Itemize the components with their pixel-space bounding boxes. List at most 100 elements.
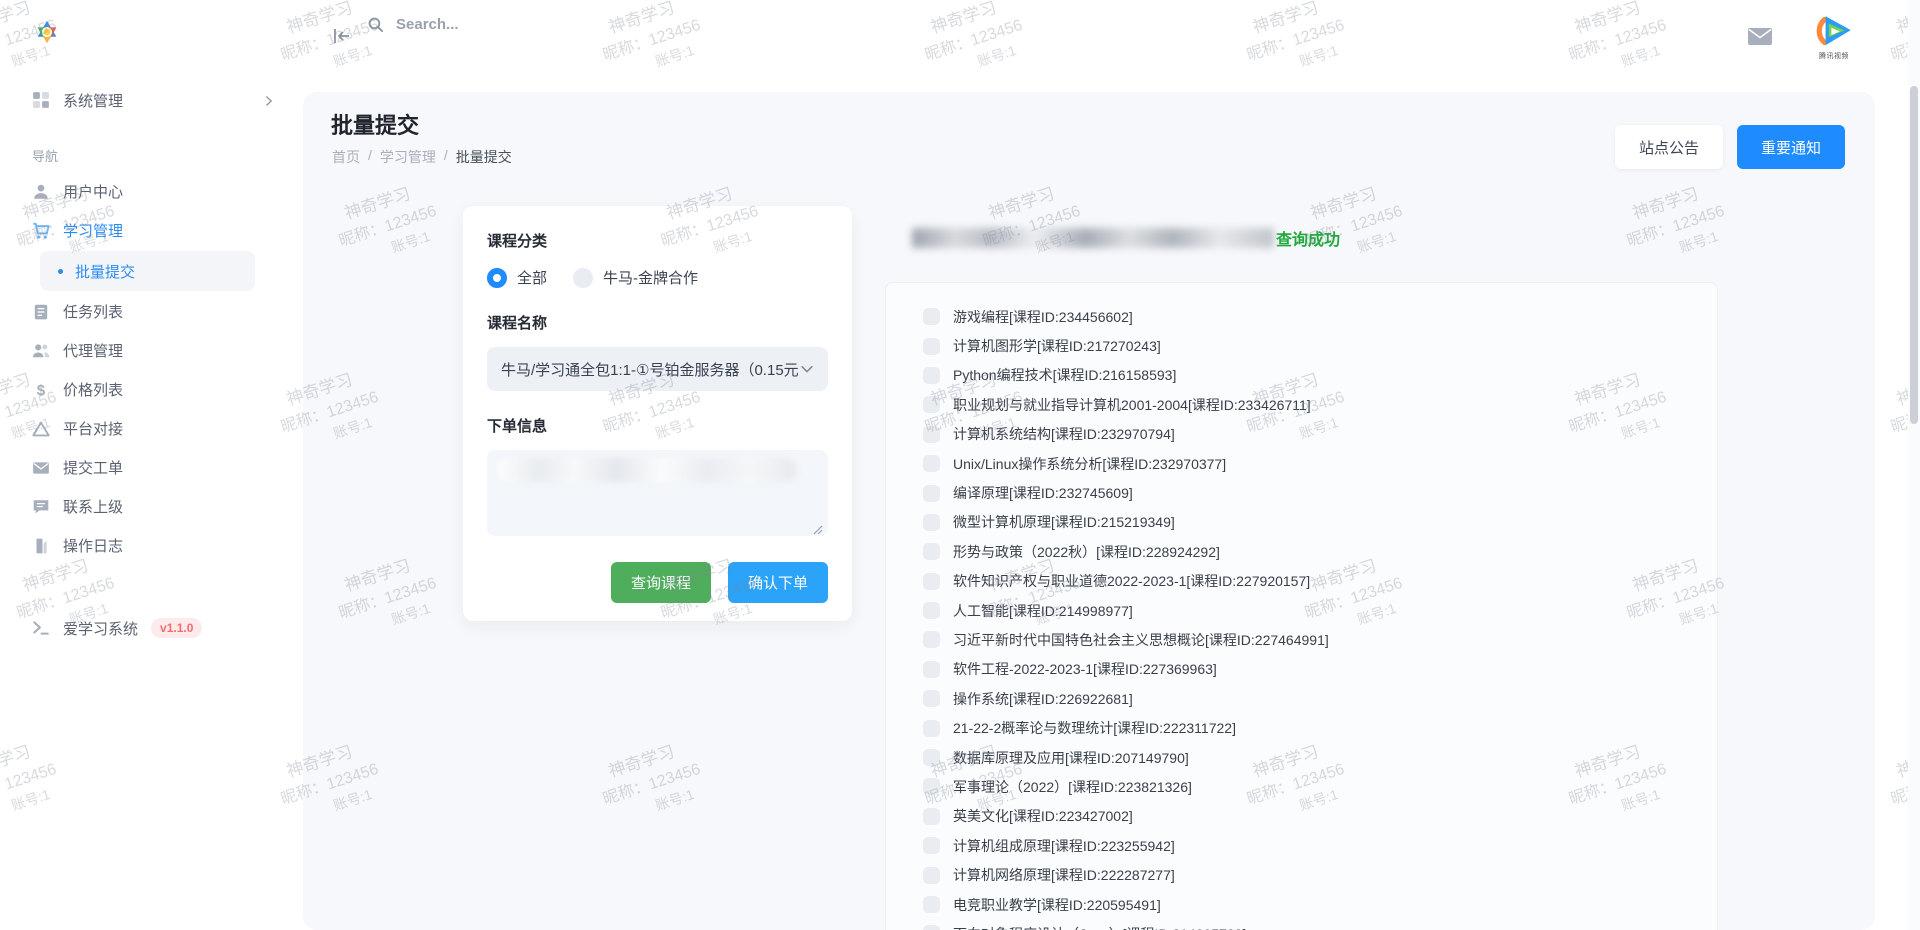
course-row-13: 操作系统[课程ID:226922681]: [923, 684, 1717, 713]
course-row-17: 英美文化[课程ID:223427002]: [923, 802, 1717, 831]
course-row-15: 数据库原理及应用[课程ID:207149790]: [923, 743, 1717, 772]
sidebar-item-5[interactable]: 平台对接: [0, 409, 295, 448]
resize-handle-icon[interactable]: [813, 522, 823, 532]
course-row-0: 游戏编程[课程ID:234456602]: [923, 302, 1717, 331]
course-label: 形势与政策（2022秋）[课程ID:228924292]: [953, 542, 1220, 562]
scrollbar-thumb[interactable]: [1910, 86, 1918, 424]
course-checkbox[interactable]: [923, 690, 940, 707]
mail-icon[interactable]: [1748, 28, 1772, 45]
course-checkbox[interactable]: [923, 426, 940, 443]
confirm-order-button[interactable]: 确认下单: [728, 562, 828, 603]
bullet-dot-icon: [58, 269, 63, 274]
course-checkbox[interactable]: [923, 631, 940, 648]
log-icon: [32, 537, 50, 555]
sidebar-item-7[interactable]: 联系上级: [0, 487, 295, 526]
sidebar-item-system-admin[interactable]: 系统管理: [0, 80, 295, 120]
sidebar-item-1[interactable]: 学习管理: [0, 211, 295, 250]
app-logo-icon[interactable]: [32, 17, 62, 47]
sidebar-item-label: 系统管理: [63, 90, 250, 111]
course-label: 数据库原理及应用[课程ID:207149790]: [953, 748, 1189, 768]
sidebar-item-2[interactable]: 任务列表: [0, 292, 295, 331]
sidebar-item-label: 平台对接: [63, 418, 275, 439]
course-checkbox[interactable]: [923, 808, 940, 825]
collapse-sidebar-icon[interactable]: [332, 26, 352, 46]
page-scrollbar: [1908, 0, 1920, 930]
sidebar-item-0[interactable]: 用户中心: [0, 172, 295, 211]
course-label: 微型计算机原理[课程ID:215219349]: [953, 512, 1175, 532]
tasks-icon: [32, 303, 50, 321]
category-radio-1[interactable]: 牛马-金牌合作: [573, 267, 698, 288]
course-label: 软件知识产权与职业道德2022-2023-1[课程ID:227920157]: [953, 571, 1310, 591]
site-notice-button[interactable]: 站点公告: [1615, 125, 1723, 169]
sidebar-item-8[interactable]: 操作日志: [0, 526, 295, 565]
important-notice-button[interactable]: 重要通知: [1737, 125, 1845, 169]
course-row-4: 计算机系统结构[课程ID:232970794]: [923, 420, 1717, 449]
sidebar-menu: 用户中心学习管理批量提交任务列表代理管理 $价格列表平台对接提交工单联系上级操作日…: [0, 172, 295, 565]
course-checkbox[interactable]: [923, 573, 940, 590]
course-label: 软件工程-2022-2023-1[课程ID:227369963]: [953, 659, 1217, 679]
svg-text:$: $: [37, 382, 46, 399]
course-checkbox[interactable]: [923, 367, 940, 384]
query-status-row: 查询成功: [912, 226, 1340, 250]
breadcrumb-item-1[interactable]: 学习管理: [380, 147, 436, 167]
course-label: 计算机组成原理[课程ID:223255942]: [953, 836, 1175, 856]
platform-icon: [32, 420, 50, 438]
sidebar-item-label: 学习管理: [63, 220, 262, 241]
nav-section-label: 导航: [32, 146, 58, 165]
query-courses-button[interactable]: 查询课程: [611, 562, 711, 603]
course-checkbox[interactable]: [923, 661, 940, 678]
course-checkbox[interactable]: [923, 514, 940, 531]
course-checkbox[interactable]: [923, 749, 940, 766]
course-row-14: 21-22-2概率论与数理统计[课程ID:222311722]: [923, 713, 1717, 742]
course-checkbox[interactable]: [923, 867, 940, 884]
radio-circle-icon: [573, 268, 593, 288]
course-checkbox[interactable]: [923, 455, 940, 472]
category-radio-group: 全部 牛马-金牌合作: [487, 267, 828, 288]
course-checkbox[interactable]: [923, 543, 940, 560]
category-radio-0[interactable]: 全部: [487, 267, 547, 288]
sidebar-item-system-version[interactable]: 爱学习系统 v1.1.0: [0, 608, 295, 648]
course-row-9: 软件知识产权与职业道德2022-2023-1[课程ID:227920157]: [923, 567, 1717, 596]
sidebar-subitem-批量提交[interactable]: 批量提交: [40, 251, 255, 291]
course-label: 人工智能[课程ID:214998977]: [953, 601, 1133, 621]
course-checkbox[interactable]: [923, 338, 940, 355]
course-label: 习近平新时代中国特色社会主义思想概论[课程ID:227464991]: [953, 630, 1329, 650]
course-row-21: 面向对象程序设计（Java）[课程ID:214995733]: [923, 919, 1717, 930]
redacted-order-text: [497, 458, 797, 482]
radio-circle-icon: [487, 268, 507, 288]
course-checkbox[interactable]: [923, 778, 940, 795]
sidebar-item-3[interactable]: 代理管理: [0, 331, 295, 370]
course-checkbox[interactable]: [923, 720, 940, 737]
course-checkbox[interactable]: [923, 837, 940, 854]
course-select-value: 牛马/学习通全包1:1-①号铂金服务器（0.15元: [501, 359, 800, 380]
course-label: Unix/Linux操作系统分析[课程ID:232970377]: [953, 454, 1226, 474]
sidebar-item-label: 代理管理: [63, 340, 275, 361]
main-content: 批量提交 首页/学习管理/批量提交 站点公告 重要通知 课程分类 全部牛马-金牌…: [303, 92, 1875, 930]
course-checkbox[interactable]: [923, 602, 940, 619]
course-select[interactable]: 牛马/学习通全包1:1-①号铂金服务器（0.15元: [487, 347, 828, 391]
course-label: 职业规划与就业指导计算机2001-2004[课程ID:233426711]: [953, 395, 1311, 415]
course-checkbox[interactable]: [923, 925, 940, 930]
course-list: 游戏编程[课程ID:234456602]计算机图形学[课程ID:21727024…: [885, 282, 1718, 930]
breadcrumb-separator: /: [444, 147, 448, 167]
course-row-8: 形势与政策（2022秋）[课程ID:228924292]: [923, 537, 1717, 566]
course-checkbox[interactable]: [923, 896, 940, 913]
course-label: 电竞职业教学[课程ID:220595491]: [953, 895, 1161, 915]
page-actions: 站点公告 重要通知: [1615, 125, 1845, 169]
course-row-11: 习近平新时代中国特色社会主义思想概论[课程ID:227464991]: [923, 625, 1717, 654]
order-info-textarea[interactable]: [487, 450, 828, 536]
sidebar-item-6[interactable]: 提交工单: [0, 448, 295, 487]
course-row-1: 计算机图形学[课程ID:217270243]: [923, 331, 1717, 360]
terminal-icon: [32, 619, 50, 637]
avatar[interactable]: 腾讯视频: [1810, 10, 1858, 61]
course-checkbox[interactable]: [923, 396, 940, 413]
breadcrumb-item-2: 批量提交: [456, 147, 512, 167]
course-checkbox[interactable]: [923, 308, 940, 325]
course-checkbox[interactable]: [923, 485, 940, 502]
search-input[interactable]: [396, 16, 616, 33]
sidebar-item-4[interactable]: $价格列表: [0, 370, 295, 409]
agents-icon: [32, 342, 50, 360]
breadcrumb-item-0[interactable]: 首页: [332, 147, 360, 167]
order-form-card: 课程分类 全部牛马-金牌合作 课程名称 牛马/学习通全包1:1-①号铂金服务器（…: [463, 206, 852, 621]
sidebar-item-label: 提交工单: [63, 457, 275, 478]
